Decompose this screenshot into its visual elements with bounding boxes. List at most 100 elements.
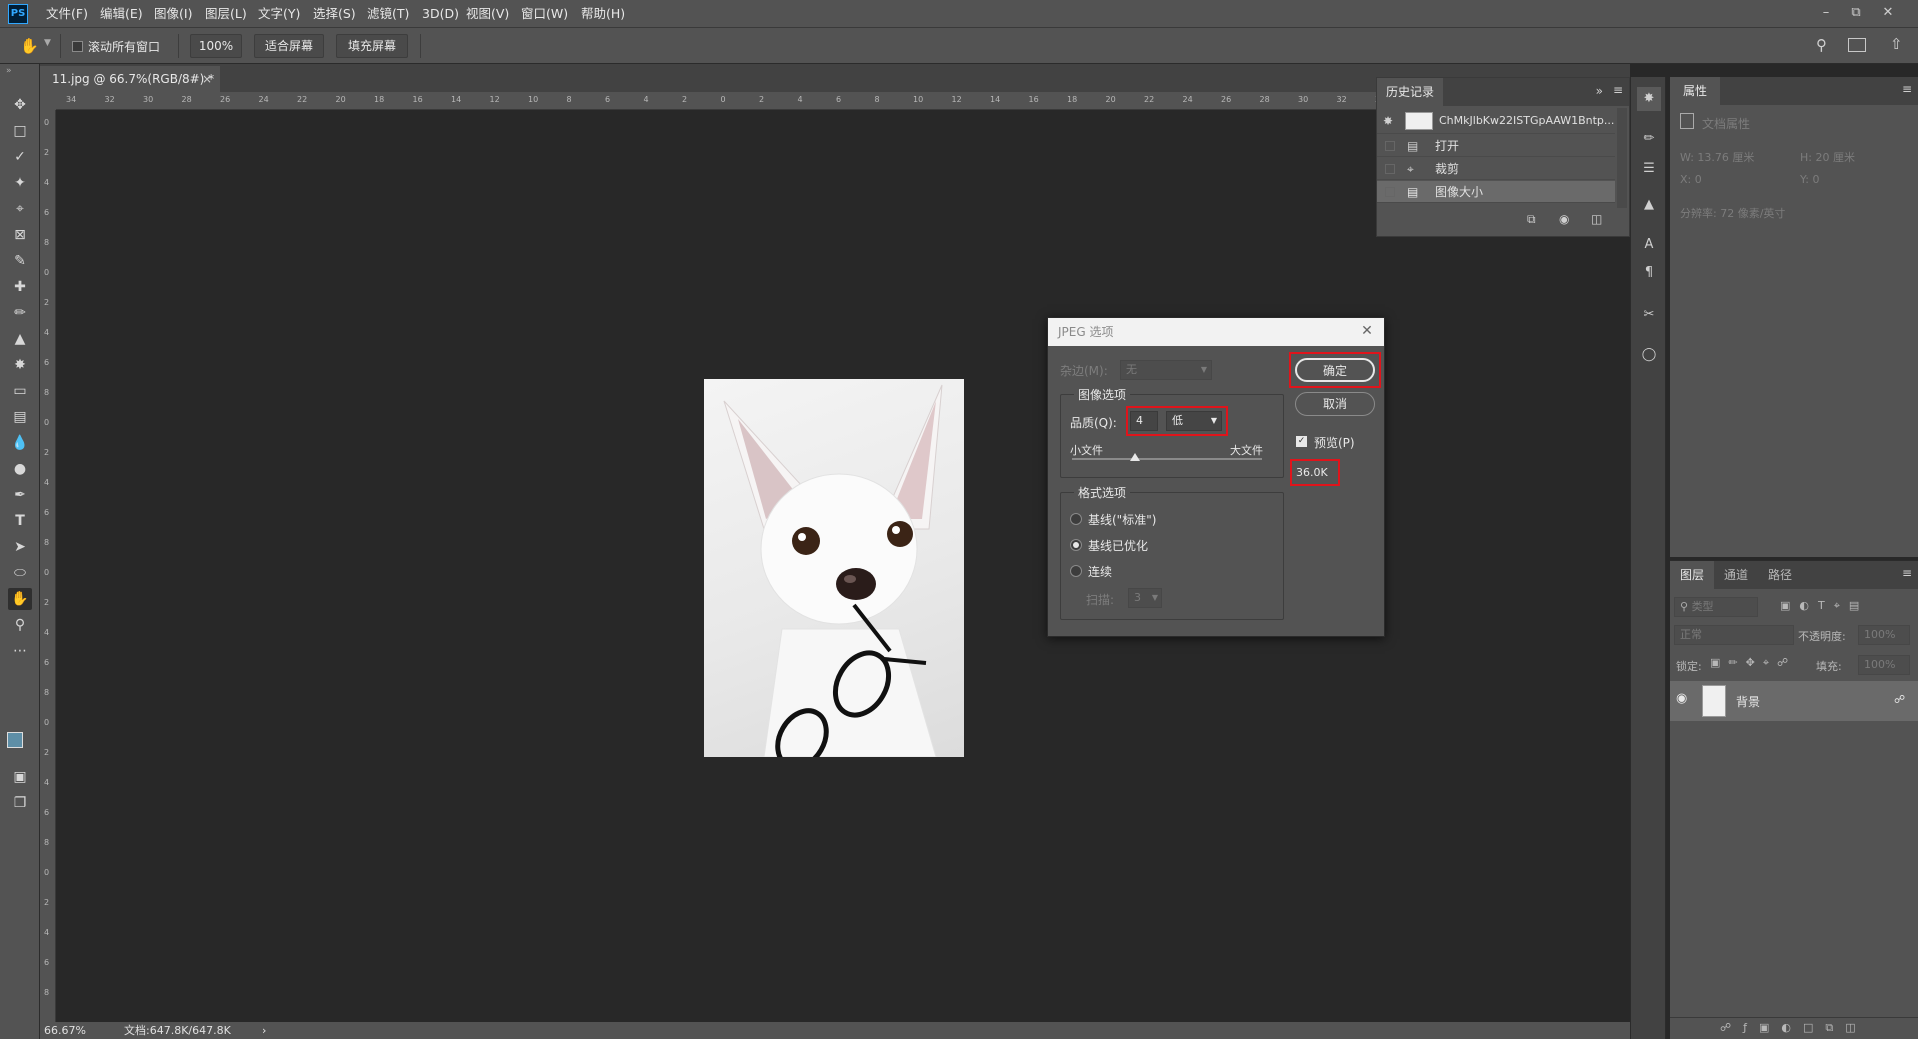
workspace-icon[interactable] [1848,38,1866,52]
path-select-tool-icon[interactable]: ➤ [8,536,32,558]
tab-properties[interactable]: 属性 [1670,77,1720,105]
close-icon[interactable]: ✕ [1876,4,1900,22]
history-snapshot[interactable]: ✸ ChMkJlbKw22ISTGpAAW1Bntp... [1377,108,1615,134]
radio-baseline-optimized[interactable] [1070,539,1082,551]
menu-help[interactable]: 帮助(H) [581,5,625,23]
panel-menu-icon[interactable]: ≡ [1902,566,1912,580]
more-tools-icon[interactable]: ⋯ [8,640,32,662]
menu-edit[interactable]: 编辑(E) [100,5,143,23]
gradient-tool-icon[interactable]: ▤ [8,406,32,428]
libraries-icon[interactable]: ◯ [1637,343,1661,367]
chevron-right-icon[interactable]: › [262,1022,266,1039]
eyedropper-tool-icon[interactable]: ✎ [8,250,32,272]
history-item[interactable]: ⌖ 裁剪 [1377,158,1615,180]
photoshop-logo-icon[interactable]: PS [8,4,28,24]
quality-slider-track[interactable] [1072,458,1262,460]
clone-source-icon[interactable]: ▲ [1637,193,1661,217]
stamp-tool-icon[interactable]: ▲ [8,328,32,350]
lock-icons[interactable]: ▣✏✥⌖☍ [1710,656,1796,670]
history-checkbox[interactable] [1385,141,1395,151]
tool-presets-icon[interactable]: ✂ [1637,303,1661,327]
layer-filter-icons[interactable]: ▣◐T⌖▤ [1780,599,1868,613]
move-tool-icon[interactable]: ✥ [8,94,32,116]
marquee-tool-icon[interactable]: □ [8,120,32,142]
tab-history[interactable]: 历史记录 [1377,78,1443,106]
menu-3d[interactable]: 3D(D) [422,5,459,23]
quality-slider-thumb[interactable] [1129,453,1140,461]
cancel-button[interactable]: 取消 [1295,392,1375,416]
layer-row[interactable]: ◉ 背景 ☍ [1670,681,1918,721]
brush-tool-icon[interactable]: ✏ [8,302,32,324]
eye-icon[interactable]: ◉ [1676,691,1687,706]
panel-menu-icon[interactable]: ≡ [1613,83,1623,97]
collapse-toolbar-icon[interactable]: » [6,66,12,76]
healing-brush-tool-icon[interactable]: ✚ [8,276,32,298]
layer-filter-select[interactable]: ⚲ 类型 [1674,597,1758,617]
radio-baseline-standard[interactable] [1070,513,1082,525]
expand-icon[interactable]: » [1596,84,1603,98]
share-icon[interactable]: ⇧ [1890,35,1910,55]
menu-layer[interactable]: 图层(L) [205,5,247,23]
history-checkbox[interactable] [1385,187,1395,197]
blend-mode-select[interactable]: 正常 [1674,625,1794,645]
eraser-tool-icon[interactable]: ▭ [8,380,32,402]
character-icon[interactable]: A [1637,233,1661,257]
hand-tool-icon[interactable]: ✋ [8,588,32,610]
history-panel-icon[interactable]: ✸ [1637,87,1661,111]
tab-paths[interactable]: 路径 [1758,561,1802,589]
close-tab-icon[interactable]: × [202,66,212,92]
history-item[interactable]: ▤ 图像大小 [1377,181,1615,203]
panel-menu-icon[interactable]: ≡ [1902,82,1912,96]
zoom-tool-icon[interactable]: ⚲ [8,614,32,636]
tab-channels[interactable]: 通道 [1714,561,1758,589]
menu-select[interactable]: 选择(S) [313,5,356,23]
camera-icon[interactable]: ◉ [1559,212,1569,226]
history-item[interactable]: ▤ 打开 [1377,135,1615,157]
screen-mode-icon[interactable]: ❐ [8,792,32,814]
adjustments-icon[interactable]: ☰ [1637,157,1661,181]
hand-tool-icon[interactable]: ✋ [20,36,40,56]
new-document-icon[interactable]: ⧉ [1527,212,1536,227]
layer-footer-icons[interactable]: ☍ƒ▣◐□⧉◫ [1720,1021,1868,1035]
quick-mask-icon[interactable]: ▣ [8,766,32,788]
search-icon[interactable]: ⚲ [1816,36,1836,56]
restore-icon[interactable]: ⧉ [1844,4,1868,22]
history-brush-tool-icon[interactable]: ✸ [8,354,32,376]
fill-screen-button[interactable]: 填充屏幕 [336,34,408,58]
paragraph-icon[interactable]: ¶ [1637,261,1661,285]
chevron-down-icon[interactable]: ▼ [44,38,51,48]
menu-image[interactable]: 图像(I) [154,5,192,23]
menu-type[interactable]: 文字(Y) [258,5,300,23]
minimize-icon[interactable]: – [1814,4,1838,22]
blur-tool-icon[interactable]: 💧 [8,432,32,454]
frame-tool-icon[interactable]: ⊠ [8,224,32,246]
menu-window[interactable]: 窗口(W) [521,5,568,23]
history-scrollbar[interactable] [1617,108,1627,208]
menu-filter[interactable]: 滤镜(T) [367,5,409,23]
opacity-input[interactable]: 100% [1858,625,1910,645]
zoom-100-button[interactable]: 100% [190,34,242,58]
tab-layers[interactable]: 图层 [1670,561,1714,589]
fill-input[interactable]: 100% [1858,655,1910,675]
fit-screen-button[interactable]: 适合屏幕 [254,34,324,58]
menu-view[interactable]: 视图(V) [466,5,509,23]
type-tool-icon[interactable]: T [8,510,32,532]
menu-file[interactable]: 文件(F) [46,5,88,23]
close-icon[interactable]: ✕ [1358,322,1376,340]
document-image[interactable] [704,379,964,757]
foreground-color-swatch[interactable] [7,732,23,748]
pen-tool-icon[interactable]: ✒ [8,484,32,506]
trash-icon[interactable]: ◫ [1591,212,1602,226]
lasso-tool-icon[interactable]: ✓ [8,146,32,168]
preview-checkbox[interactable]: ✓ [1296,436,1307,447]
zoom-level[interactable]: 66.67% [44,1022,86,1039]
brush-panel-icon[interactable]: ✏ [1637,127,1661,151]
radio-progressive[interactable] [1070,565,1082,577]
document-tab[interactable]: 11.jpg @ 66.7%(RGB/8#) * × [40,66,220,92]
scroll-all-windows-checkbox[interactable] [72,41,83,52]
history-checkbox[interactable] [1385,164,1395,174]
crop-tool-icon[interactable]: ⌖ [8,198,32,220]
quick-select-tool-icon[interactable]: ✦ [8,172,32,194]
dodge-tool-icon[interactable]: ● [8,458,32,480]
ellipse-tool-icon[interactable]: ⬭ [8,562,32,584]
